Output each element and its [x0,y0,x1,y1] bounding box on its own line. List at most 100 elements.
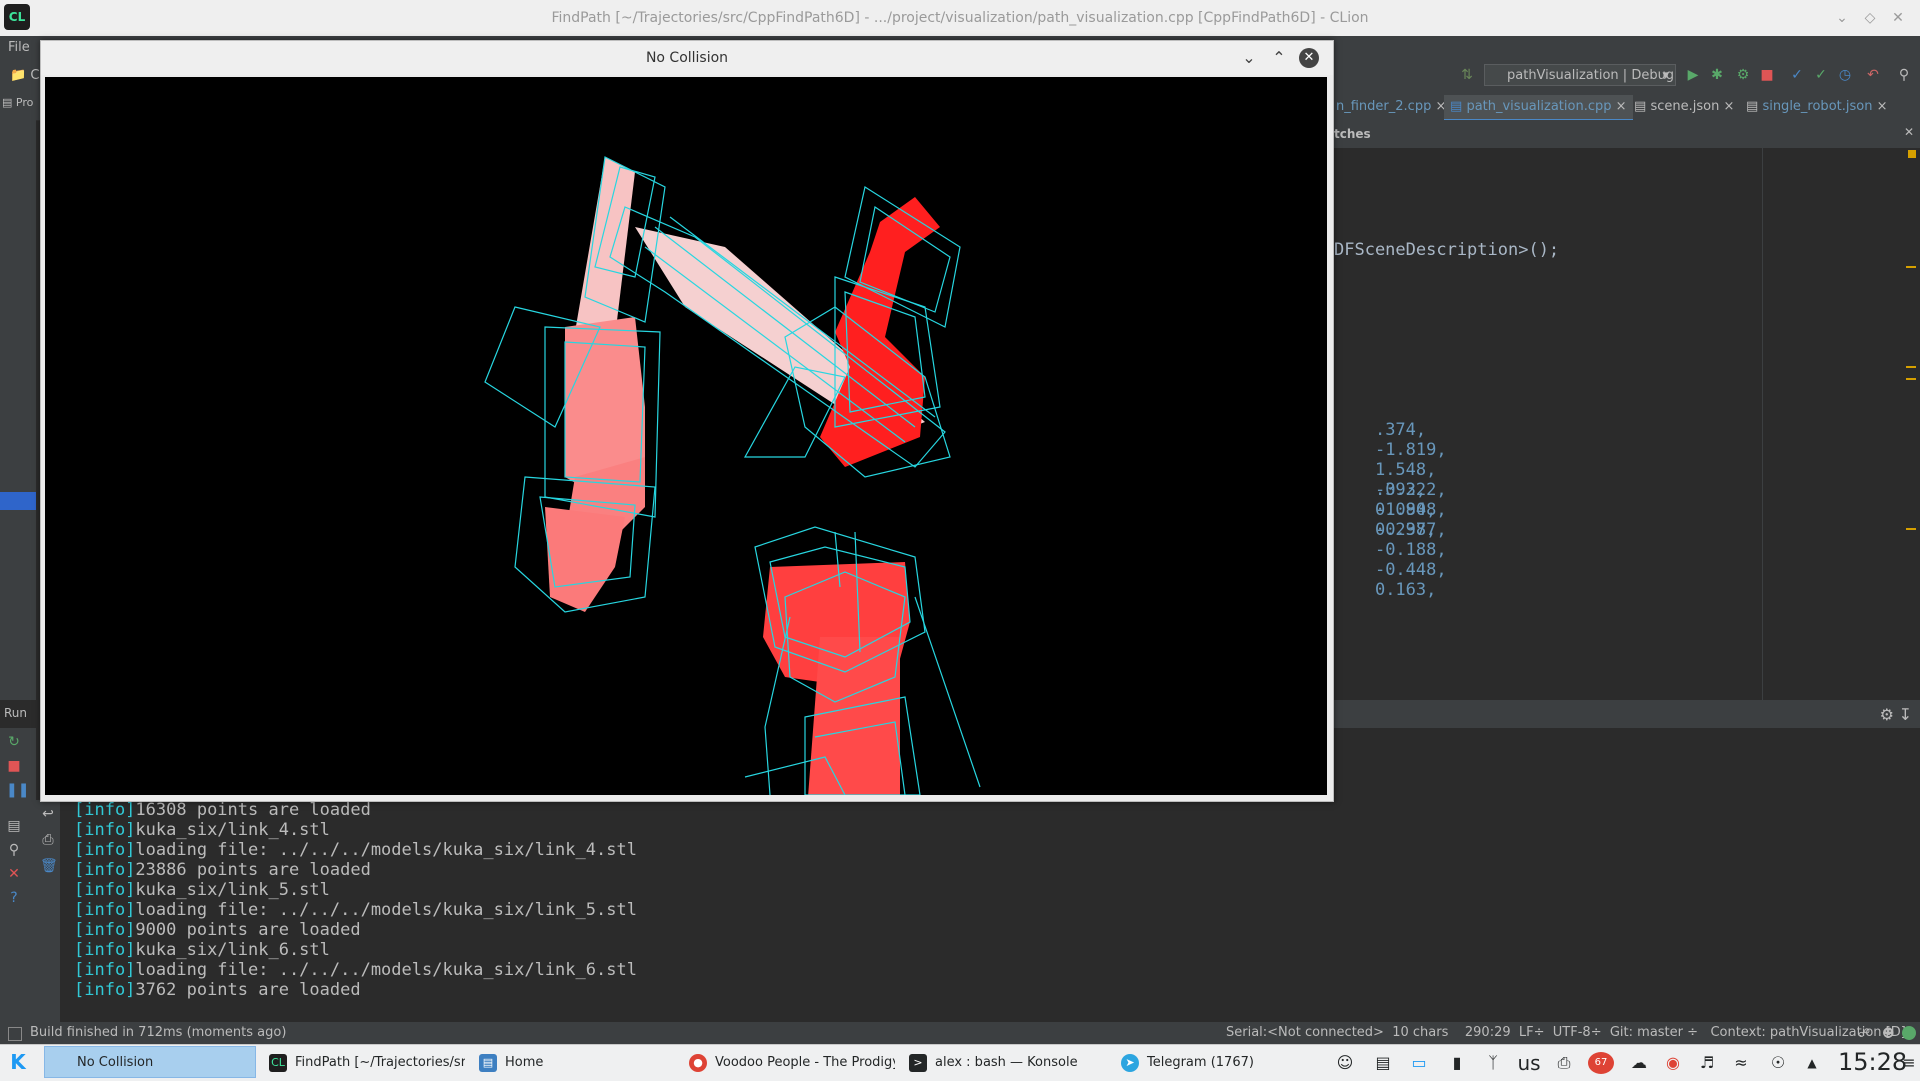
clipboard-icon[interactable]: ▤ [1372,1052,1394,1074]
maximize-icon[interactable]: ⌃ [1269,48,1289,68]
line-separator[interactable]: LF÷ [1519,1025,1545,1040]
battery-icon[interactable]: ▮ [1444,1052,1470,1074]
close-tab-icon[interactable]: × [1616,99,1627,114]
tab-single-robot-json[interactable]: ▤ single_robot.json × [1740,95,1894,119]
code-editor[interactable]: DFSceneDescription>(); .374, -1.819, 1.5… [1334,148,1762,700]
restore-layout-icon[interactable]: ▤ [6,818,22,834]
stop-icon[interactable]: ■ [6,758,22,774]
stop-icon[interactable]: ■ [1758,66,1776,84]
git-branch[interactable]: Git: master ÷ [1610,1025,1698,1040]
task-telegram[interactable]: ➤ Telegram (1767) [1112,1046,1324,1078]
wifi-icon[interactable]: ≈ [1728,1052,1754,1074]
3d-viewport[interactable] [45,77,1327,795]
project-root-label[interactable]: 📁 C [10,68,39,83]
event-log-icon[interactable] [1902,1026,1916,1040]
file-encoding[interactable]: UTF-8÷ [1553,1025,1602,1040]
console-output[interactable]: [info]16308 points are loaded [info]kuka… [74,800,1274,1020]
menu-file[interactable]: File [8,40,30,55]
show-desktop-icon[interactable]: ≡ [1900,1052,1918,1074]
serial-status[interactable]: Serial:<Not connected> [1226,1025,1384,1040]
device-notifier-icon[interactable]: ▭ [1408,1052,1430,1074]
soft-wrap-icon[interactable]: ↩ [40,806,56,822]
build-status: Build finished in 712ms (moments ago) [30,1025,287,1040]
help-icon[interactable]: ? [6,890,22,906]
close-panel-icon[interactable]: ✕ [1904,125,1914,139]
console-line: [info]9000 points are loaded [74,920,361,940]
close-icon[interactable]: ✕ [1299,48,1319,68]
bluetooth-icon[interactable]: ᛉ [1482,1052,1504,1074]
editor-right-gutter[interactable] [1762,148,1920,700]
telegram-icon: ➤ [1121,1054,1139,1072]
pause-icon[interactable]: ❚❚ [6,782,29,798]
viewer-title-bar[interactable]: No Collision [41,41,1333,75]
chrome-tray-icon[interactable]: ◉ [1660,1052,1686,1074]
clear-console-icon[interactable]: 🗑 [40,858,58,874]
printer-icon[interactable]: ⎙ [1552,1052,1576,1074]
minimize-icon[interactable]: ⌄ [1832,8,1852,28]
rerun-icon[interactable]: ↻ [6,734,22,750]
maximize-icon[interactable]: ◇ [1860,8,1880,28]
json-file-icon: ▤ [1746,99,1759,114]
lock-icon[interactable]: ☍ [1858,1026,1870,1040]
task-no-collision[interactable]: No Collision [44,1046,256,1078]
minimize-icon[interactable]: ⌄ [1239,48,1259,68]
error-stripe-mark[interactable] [1906,528,1916,530]
tab-scene-json[interactable]: ▤ scene.json × [1628,95,1740,119]
error-stripe-mark[interactable] [1906,378,1916,380]
cursor-position[interactable]: 290:29 [1465,1025,1511,1040]
vcs-history-icon[interactable]: ◷ [1836,66,1854,84]
run-context[interactable]: Context: pathVisualization [D] [1710,1025,1905,1040]
robot-link [545,507,625,612]
debug-icon[interactable]: ✱ [1708,66,1726,84]
robot-pose-mid [545,317,645,612]
cpp-file-icon: ▤ [1450,99,1463,114]
console-line: [info]kuka_six/link_6.stl [74,940,330,960]
code-line-values-2: .393, -1.848, 0.298, -0.188, -0.448, 0.1… [1374,480,1447,600]
console-line: [info]kuka_six/link_4.stl [74,820,330,840]
error-stripe-mark[interactable] [1906,266,1916,268]
terminal-icon: > [909,1054,927,1072]
ide-window-title: FindPath [~/Trajectories/src/CppFindPath… [551,10,1369,26]
task-browser[interactable]: ● Voodoo People - The Prodigy [680,1046,896,1078]
task-clion[interactable]: CL FindPath [~/Trajectories/src/ [260,1046,466,1078]
close-tab-icon[interactable]: × [1723,99,1734,114]
run-toolbar: ↻ ■ ❚❚ ▤ ⚲ ✕ ? [0,728,36,1028]
vcs-update-icon[interactable]: ✓ [1788,66,1806,84]
console-toolbar: ↩ ⎙ 🗑 [36,800,60,1028]
clock[interactable]: 15:28 [1838,1048,1907,1076]
inspector-icon[interactable]: ☻ [1882,1026,1895,1040]
tab-path-finder[interactable]: n_finder_2.cpp × [1330,95,1452,119]
close-icon[interactable]: ✕ [6,866,22,882]
task-konsole[interactable]: > alex : bash — Konsole [900,1046,1108,1078]
run-icon[interactable]: ▶ [1684,66,1702,84]
tab-path-visualization[interactable]: ▤ path_visualization.cpp × [1444,95,1633,122]
pin-icon[interactable]: ⚲ [6,842,22,858]
security-shield-icon[interactable]: ☉ [1766,1052,1790,1074]
cloud-sync-icon[interactable]: ☁ [1626,1052,1652,1074]
volume-icon[interactable]: ♬ [1694,1052,1720,1074]
build-icon[interactable]: ⇅ [1458,66,1476,84]
expand-tray-icon[interactable]: ▲ [1802,1052,1822,1074]
close-icon[interactable]: ✕ [1888,8,1908,28]
close-tab-icon[interactable]: × [1877,99,1888,114]
hide-panel-icon[interactable]: ↧ [1899,705,1912,724]
print-icon[interactable]: ⎙ [40,832,56,848]
warning-marker[interactable] [1908,150,1916,158]
run-configuration-select[interactable]: pathVisualization | Debug ▾ [1484,64,1676,86]
keyboard-layout[interactable]: us [1514,1052,1544,1074]
project-tool-tab[interactable]: ▤ Pro [2,96,33,109]
coverage-icon[interactable]: ⚙ [1734,66,1752,84]
robot-scene [484,156,981,795]
task-home[interactable]: ▤ Home [470,1046,676,1078]
settings-gear-icon[interactable]: ⚙ [1880,705,1894,724]
viewer-window[interactable]: No Collision ⌄ ⌃ ✕ [40,40,1334,802]
application-launcher-icon[interactable]: K [4,1048,32,1076]
vcs-commit-icon[interactable]: ✓ [1812,66,1830,84]
notifications-badge[interactable]: 67 [1588,1052,1614,1074]
run-tab-label[interactable]: Run [4,706,27,720]
toggle-tool-windows-icon[interactable] [8,1027,22,1041]
users-icon[interactable]: ☺ [1334,1052,1356,1074]
search-icon[interactable]: ⚲ [1895,66,1913,84]
revert-icon[interactable]: ↶ [1864,66,1882,84]
error-stripe-mark[interactable] [1906,366,1916,368]
